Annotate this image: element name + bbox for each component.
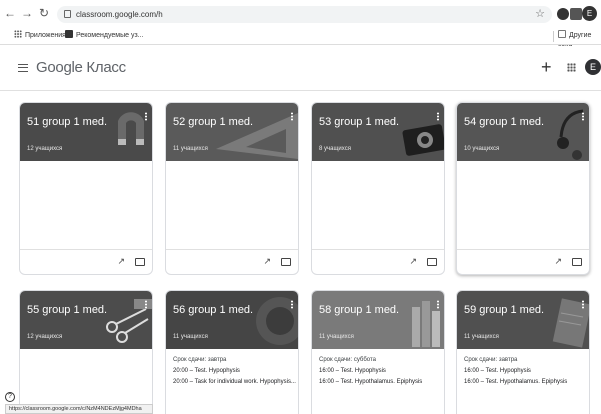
bookmark-apps[interactable]: Приложения	[14, 30, 66, 42]
course-banner[interactable]: 55 group 1 med. 12 учащихся	[20, 291, 152, 349]
course-title[interactable]: 51 group 1 med.	[27, 115, 107, 129]
course-banner[interactable]: 56 group 1 med. 11 учащихся	[166, 291, 298, 349]
trending-icon[interactable]: ↗	[117, 256, 125, 267]
student-count: 11 учащихся	[173, 334, 208, 340]
course-title[interactable]: 59 group 1 med.	[464, 303, 544, 317]
course-banner[interactable]: 53 group 1 med. 8 учащихся	[312, 103, 444, 161]
student-count: 10 учащихся	[464, 146, 500, 152]
status-url: https://classroom.google.com/c/NzM4NDEzM…	[5, 404, 153, 414]
assignment-link[interactable]: 16:00 – Test. Hypophysis	[319, 367, 386, 376]
student-count: 12 учащихся	[27, 334, 63, 340]
assignment-link[interactable]: 16:00 – Test. Hypothalamus. Epiphysis	[464, 378, 567, 387]
card-footer: ↗	[457, 249, 589, 274]
assignment-link[interactable]: 20:00 – Task for individual work. Hypoph…	[173, 378, 296, 387]
student-count: 12 учащихся	[27, 146, 63, 152]
course-banner[interactable]: 54 group 1 med. 10 учащихся	[457, 103, 589, 161]
course-title[interactable]: 56 group 1 med.	[173, 303, 253, 317]
camera-icon	[402, 124, 444, 156]
more-options-icon[interactable]	[145, 300, 147, 309]
app-header: Google Класс + E	[0, 46, 601, 91]
course-title[interactable]: 52 group 1 med.	[173, 115, 253, 129]
student-count: 11 учащихся	[464, 334, 499, 340]
course-card[interactable]: 51 group 1 med. 12 учащихся ↗	[19, 102, 153, 275]
books-icon	[412, 301, 440, 347]
bookmark-star-icon[interactable]: ☆	[535, 7, 545, 22]
card-footer: ↗	[20, 249, 152, 274]
course-card[interactable]: 52 group 1 med. 11 учащихся ↗	[165, 102, 299, 275]
course-title[interactable]: 54 group 1 med.	[464, 115, 544, 129]
assignment-link[interactable]: 16:00 – Test. Hypothalamus. Epiphysis	[319, 378, 422, 387]
course-card[interactable]: 53 group 1 med. 8 учащихся ↗	[311, 102, 445, 275]
student-count: 8 учащихся	[319, 146, 351, 152]
add-class-icon[interactable]: +	[541, 58, 552, 76]
back-icon[interactable]: ←	[4, 6, 16, 20]
due-label: Срок сдачи: суббота	[319, 357, 376, 363]
folder-icon[interactable]	[281, 258, 291, 266]
headphones-icon	[557, 109, 584, 160]
address-bar[interactable]: classroom.google.com/h ☆	[57, 6, 552, 23]
course-title[interactable]: 58 group 1 med.	[319, 303, 399, 317]
course-card[interactable]: 59 group 1 med. 11 учащихся Срок сдачи: …	[456, 290, 590, 414]
trending-icon[interactable]: ↗	[409, 256, 417, 267]
student-count: 11 учащихся	[319, 334, 354, 340]
help-icon[interactable]: ?	[5, 392, 15, 402]
app-logo[interactable]: Google Класс	[36, 59, 126, 77]
card-footer: ↗	[312, 249, 444, 274]
card-footer: ↗	[166, 249, 298, 274]
more-options-icon[interactable]	[582, 300, 584, 309]
student-count: 11 учащихся	[173, 146, 208, 152]
extension-icon[interactable]	[570, 8, 582, 20]
more-options-icon[interactable]	[291, 112, 293, 121]
folder-icon[interactable]	[572, 258, 582, 266]
google-apps-icon[interactable]	[567, 63, 576, 72]
trending-icon[interactable]: ↗	[554, 256, 562, 267]
folder-icon[interactable]	[135, 258, 145, 266]
more-options-icon[interactable]	[145, 112, 147, 121]
more-options-icon[interactable]	[437, 112, 439, 121]
course-card[interactable]: 56 group 1 med. 11 учащихся Срок сдачи: …	[165, 290, 299, 414]
course-card[interactable]: 58 group 1 med. 11 учащихся Срок сдачи: …	[311, 290, 445, 414]
more-options-icon[interactable]	[291, 300, 293, 309]
bookmark-recommended[interactable]: Рекомендуемые уз...	[65, 30, 143, 42]
assignment-link[interactable]: 16:00 – Test. Hypophysis	[464, 367, 531, 376]
course-card[interactable]: 54 group 1 med. 10 учащихся ↗	[456, 102, 590, 275]
browser-toolbar: ← → ↻ classroom.google.com/h ☆ E	[0, 0, 601, 28]
more-options-icon[interactable]	[582, 112, 584, 121]
course-card[interactable]: 55 group 1 med. 12 учащихся	[19, 290, 153, 414]
main-menu-icon[interactable]	[18, 64, 28, 72]
bookmark-favicon-icon	[65, 30, 73, 38]
bookmarks-bar: Приложения Рекомендуемые уз... Другие за…	[0, 28, 601, 51]
course-banner[interactable]: 51 group 1 med. 12 учащихся	[20, 103, 152, 161]
course-title[interactable]: 55 group 1 med.	[27, 303, 107, 317]
due-label: Срок сдачи: завтра	[173, 357, 227, 363]
folder-icon	[558, 30, 566, 38]
course-banner[interactable]: 59 group 1 med. 11 учащихся	[457, 291, 589, 349]
due-label: Срок сдачи: завтра	[464, 357, 518, 363]
address-url[interactable]: classroom.google.com/h	[76, 8, 163, 21]
forward-icon[interactable]: →	[21, 6, 33, 20]
trending-icon[interactable]: ↗	[263, 256, 271, 267]
browser-profile-avatar[interactable]: E	[582, 6, 597, 21]
extension-icon[interactable]	[557, 8, 569, 20]
apps-grid-icon	[14, 30, 22, 38]
more-options-icon[interactable]	[437, 300, 439, 309]
course-title[interactable]: 53 group 1 med.	[319, 115, 399, 129]
folder-icon[interactable]	[427, 258, 437, 266]
lock-icon	[64, 10, 71, 18]
divider	[553, 31, 554, 42]
course-banner[interactable]: 52 group 1 med. 11 учащихся	[166, 103, 298, 161]
reload-icon[interactable]: ↻	[38, 6, 50, 20]
course-banner[interactable]: 58 group 1 med. 11 учащихся	[312, 291, 444, 349]
account-avatar[interactable]: E	[585, 59, 601, 75]
assignment-link[interactable]: 20:00 – Test. Hypophysis	[173, 367, 240, 376]
